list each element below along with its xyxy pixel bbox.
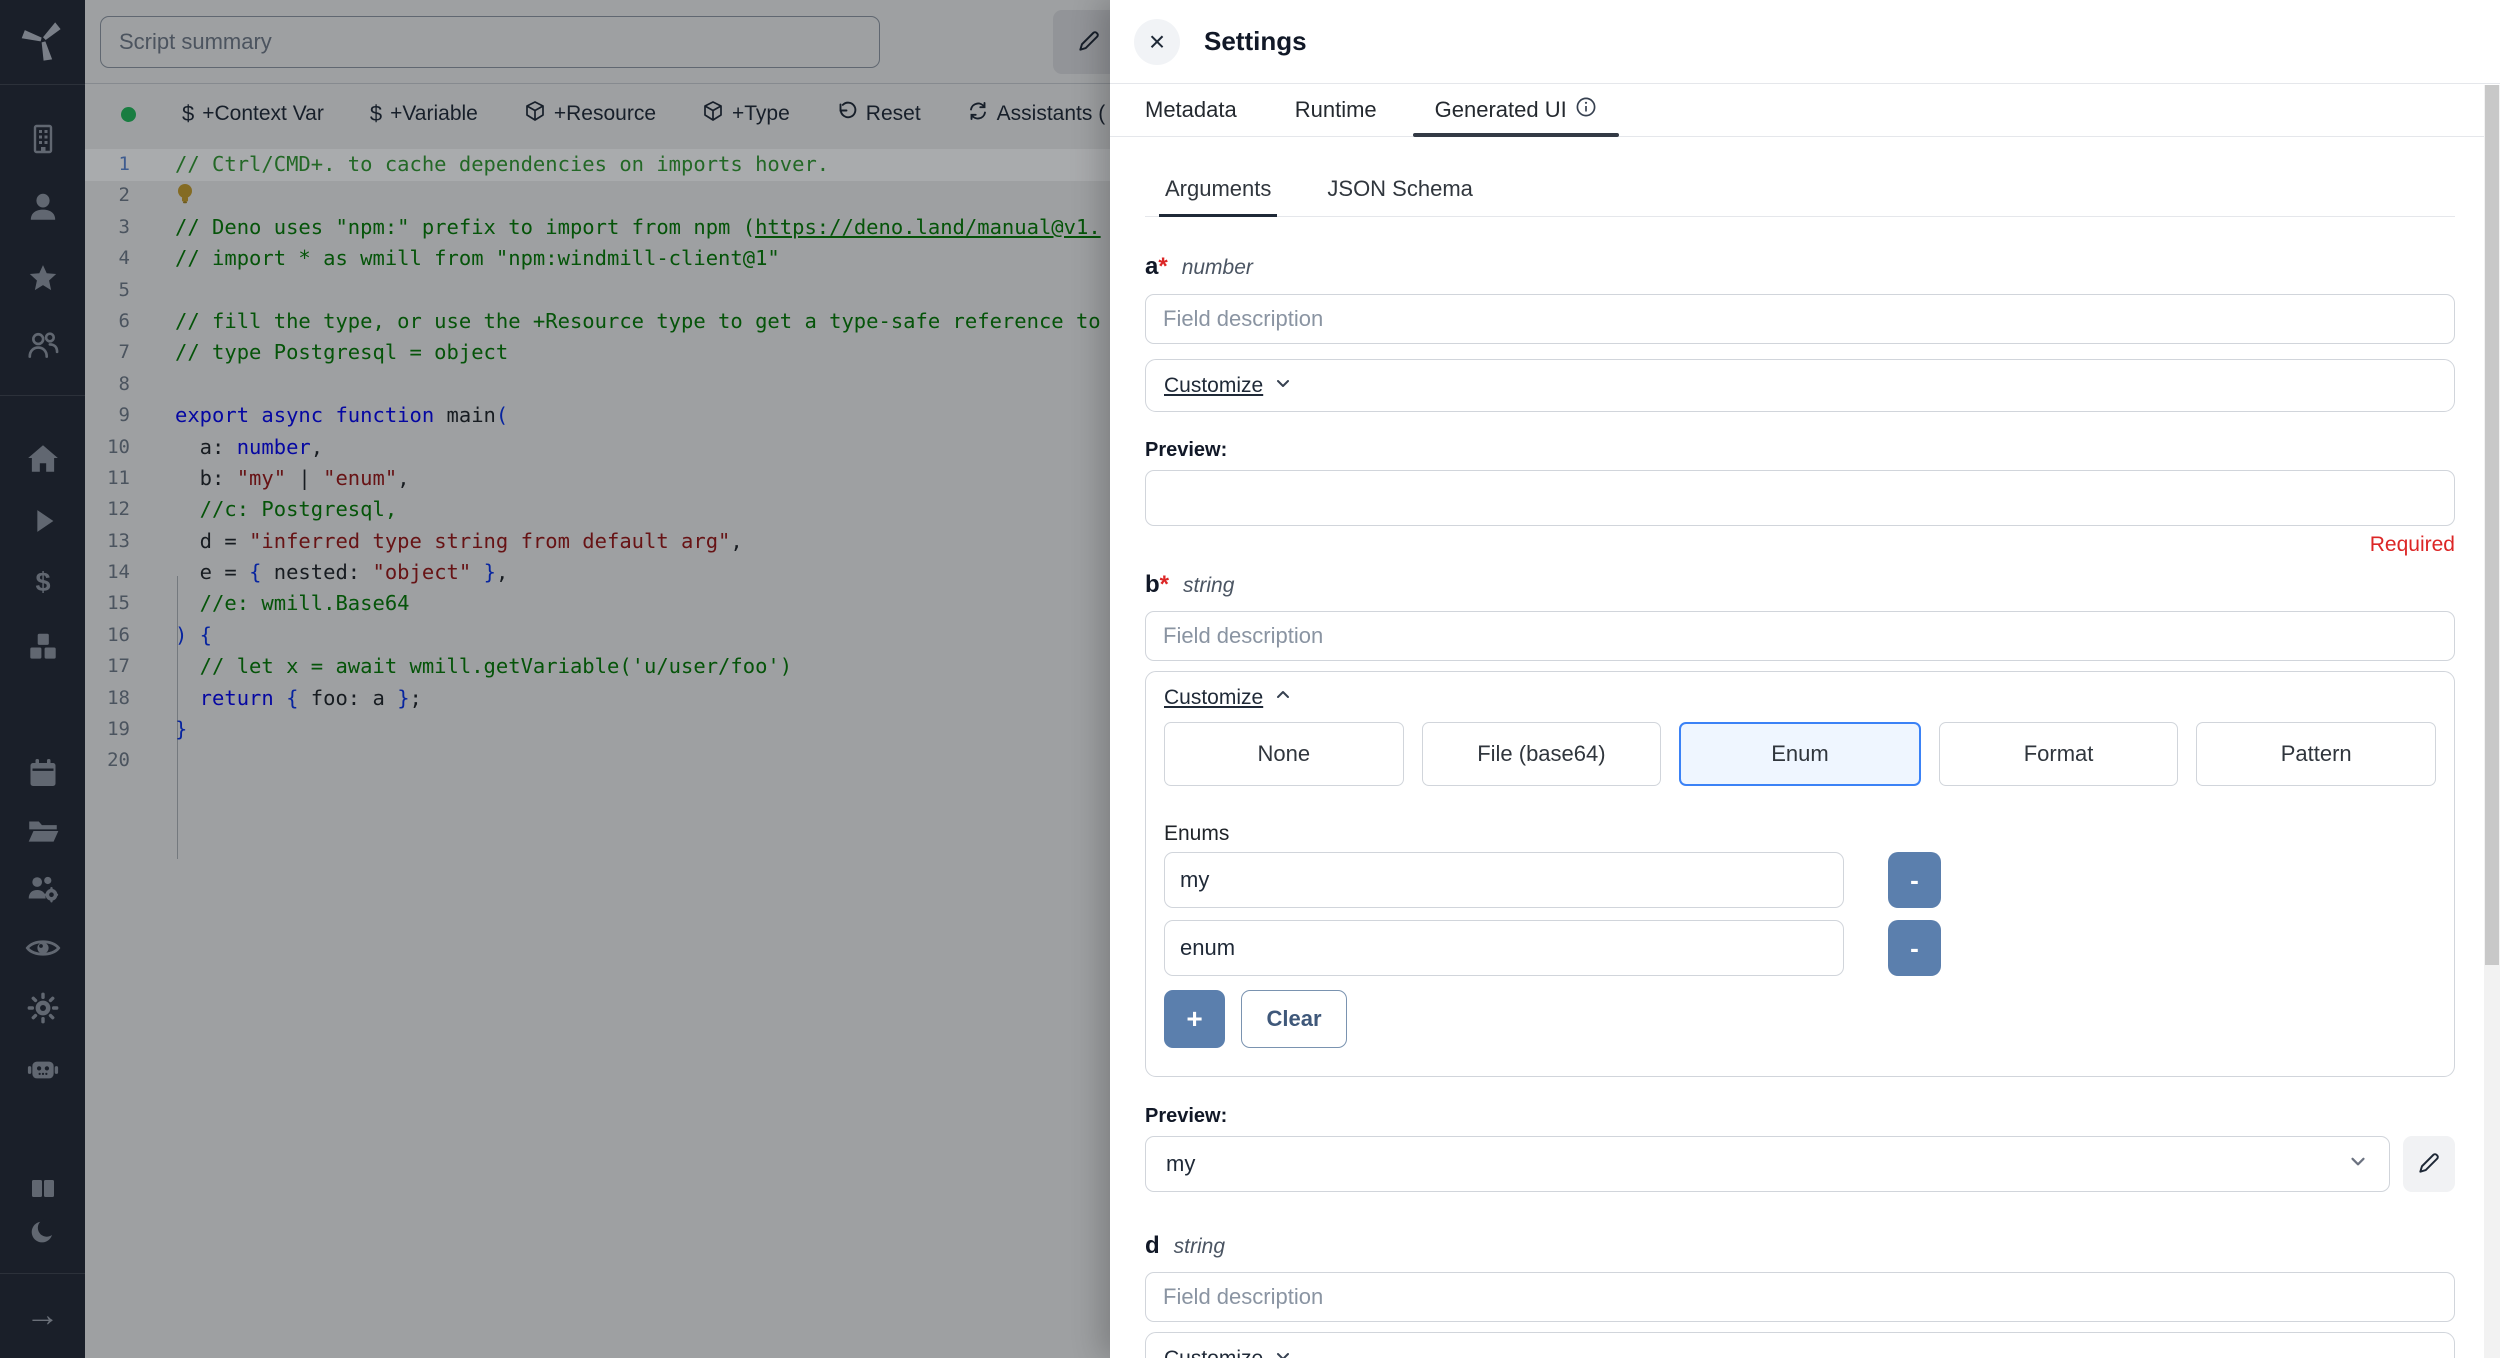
tab-label: Metadata <box>1145 97 1237 122</box>
option-enum-button[interactable]: Enum <box>1679 722 1921 786</box>
field-d-customize-toggle[interactable]: Customize <box>1164 1346 2436 1358</box>
panel-scrollbar[interactable] <box>2484 85 2500 1358</box>
field-b-description-input[interactable] <box>1145 611 2455 661</box>
remove-enum-button[interactable]: - <box>1888 852 1941 908</box>
customize-link: Customize <box>1164 685 1264 709</box>
field-a-preview-input[interactable] <box>1145 470 2455 526</box>
edit-preview-button[interactable] <box>2403 1136 2455 1192</box>
enum-row: - <box>1164 852 2436 908</box>
tab-metadata[interactable]: Metadata <box>1145 84 1237 136</box>
app-window: $ → Script summary $ +Context Var $ +Var… <box>0 0 2500 1358</box>
subtab-arguments[interactable]: Arguments <box>1158 161 1278 217</box>
panel-title: Settings <box>1204 26 1307 56</box>
remove-enum-button[interactable]: - <box>1888 920 1941 976</box>
close-button[interactable]: × <box>1134 18 1180 65</box>
tab-label: Runtime <box>1294 97 1377 122</box>
field-d-description-input[interactable] <box>1145 1272 2455 1322</box>
selected-value: my <box>1166 1151 1196 1176</box>
tab-runtime[interactable]: Runtime <box>1295 84 1377 136</box>
required-asterisk: * <box>1158 253 1168 280</box>
option-format-button[interactable]: Format <box>1938 722 2179 786</box>
clear-enums-button[interactable]: Clear <box>1241 990 1347 1048</box>
field-b-preview-select[interactable]: my <box>1145 1136 2390 1192</box>
field-b-options: None File (base64) Enum Format Pattern <box>1164 722 2436 786</box>
enums-label: Enums <box>1164 822 1230 845</box>
settings-tabs: Metadata Runtime Generated UI <box>1110 84 2500 137</box>
enum-value-input[interactable] <box>1164 852 1844 908</box>
field-b-customize-toggle[interactable]: Customize <box>1164 685 2436 710</box>
field-a-description-input[interactable] <box>1145 294 2455 344</box>
field-d-label: d string <box>1145 1232 2455 1260</box>
tab-label: Generated UI <box>1434 97 1567 122</box>
enum-row: - <box>1164 920 2436 976</box>
pencil-icon <box>2416 1150 2442 1179</box>
customize-link: Customize <box>1164 1346 1264 1358</box>
option-file-base64-button[interactable]: File (base64) <box>1421 722 1662 786</box>
option-none-button[interactable]: None <box>1164 722 1404 786</box>
field-a-customize-box: Customize <box>1145 359 2455 412</box>
field-a-label: a* number <box>1145 253 2455 281</box>
chevron-down-icon <box>2347 1150 2369 1178</box>
required-asterisk: * <box>1159 571 1170 598</box>
field-name: a* <box>1145 253 1168 280</box>
generated-ui-subtabs: Arguments JSON Schema <box>1145 161 2455 217</box>
field-d-customize-box: Customize <box>1145 1332 2455 1358</box>
chevron-down-icon <box>1273 1346 1293 1358</box>
field-type: string <box>1173 1235 1226 1258</box>
enum-actions: + Clear <box>1164 990 2436 1056</box>
add-enum-button[interactable]: + <box>1164 990 1225 1048</box>
chevron-up-icon <box>1273 685 1293 710</box>
field-type: string <box>1183 574 1235 597</box>
active-line-highlight <box>85 149 1110 181</box>
field-a-required-error: Required <box>2369 533 2455 556</box>
field-name: d <box>1145 1232 1160 1259</box>
subtab-json-schema[interactable]: JSON Schema <box>1327 161 1473 216</box>
field-a-customize-toggle[interactable]: Customize <box>1164 373 2436 398</box>
field-b-label: b* string <box>1145 571 2455 599</box>
panel-header: × Settings <box>1110 0 2500 84</box>
subtab-label: Arguments <box>1165 175 1272 201</box>
chevron-down-icon <box>1273 373 1293 398</box>
scrollbar-thumb[interactable] <box>2485 85 2499 965</box>
customize-link: Customize <box>1164 373 1264 397</box>
field-a-preview-label: Preview: <box>1145 439 1228 461</box>
enum-value-input[interactable] <box>1164 920 1844 976</box>
subtab-label: JSON Schema <box>1327 175 1473 201</box>
field-name: b* <box>1145 571 1170 598</box>
drawer-backdrop[interactable] <box>0 0 1110 1358</box>
field-b-preview-label: Preview: <box>1145 1105 1228 1127</box>
settings-panel: × Settings Metadata Runtime Generated UI <box>1110 0 2500 1358</box>
field-type: number <box>1181 256 1253 279</box>
tab-generated-ui[interactable]: Generated UI <box>1412 84 1619 137</box>
field-b-customize-box: Customize None File (base64) Enum Format… <box>1145 671 2455 1077</box>
option-pattern-button[interactable]: Pattern <box>2196 722 2436 786</box>
panel-content: Arguments JSON Schema a* number Customiz… <box>1110 161 2500 1358</box>
info-icon <box>1575 96 1597 124</box>
field-b-preview-row: my <box>1145 1136 2455 1192</box>
